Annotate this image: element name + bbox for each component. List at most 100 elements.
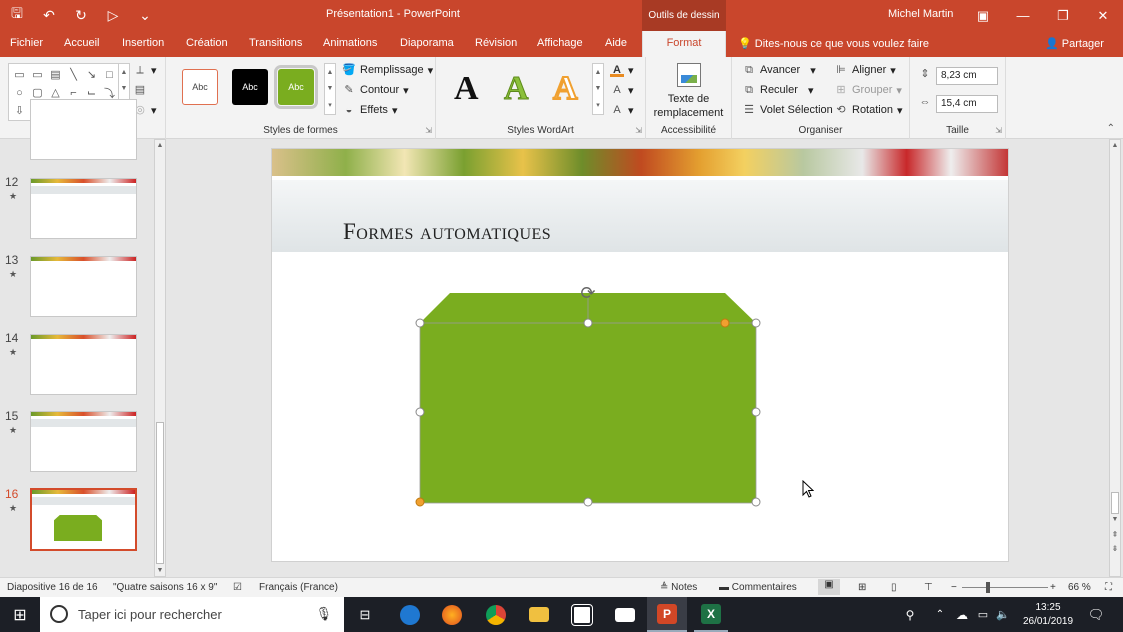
store-icon[interactable]: [567, 597, 597, 632]
wordart-style-green[interactable]: A: [504, 69, 530, 109]
slide-title[interactable]: Formes automatiques: [343, 219, 551, 245]
clock[interactable]: 13:25 26/01/2019: [1018, 597, 1078, 632]
wordart-scroll[interactable]: ▲ ▼ ▾: [592, 63, 604, 115]
tab-format[interactable]: Format: [642, 31, 726, 57]
rounded-rect-shape-icon[interactable]: ▭: [11, 66, 28, 83]
rect-shape-icon[interactable]: □: [101, 66, 118, 83]
resize-handle-right[interactable]: [751, 407, 761, 417]
spelling-check-icon[interactable]: ☑: [233, 582, 242, 593]
rotate-button[interactable]: ⟲ Rotation ▾: [834, 103, 902, 117]
comments-button[interactable]: ▬ Commentaires: [719, 582, 797, 593]
normal-view-icon[interactable]: ▣: [818, 579, 840, 595]
slide-thumbnail-15[interactable]: [30, 411, 137, 472]
slide-thumbnail-12[interactable]: [30, 178, 137, 239]
tab-affichage[interactable]: Affichage: [537, 37, 583, 49]
tab-creation[interactable]: Création: [186, 37, 228, 49]
tab-transitions[interactable]: Transitions: [249, 37, 302, 49]
shape-style-outline[interactable]: Abc: [182, 69, 218, 105]
wordart-style-orange[interactable]: A: [552, 69, 579, 109]
bring-forward-button[interactable]: ⧉ Avancer ▾: [742, 63, 816, 77]
resize-handle-bottom[interactable]: [583, 497, 593, 507]
slide-thumbnail-14[interactable]: [30, 334, 137, 395]
dialog-launcher-icon[interactable]: ⇲: [635, 126, 642, 135]
tab-diaporama[interactable]: Diaporama: [400, 37, 454, 49]
dialog-launcher-icon[interactable]: ⇲: [995, 126, 1002, 135]
adjust-handle-top[interactable]: [720, 318, 730, 328]
scroll-up-icon[interactable]: ▲: [1110, 142, 1120, 149]
shape-fill-button[interactable]: 🪣 Remplissage ▾: [342, 63, 433, 77]
resize-handle-top[interactable]: [583, 318, 593, 328]
text-outline-icon[interactable]: A ▾: [610, 83, 633, 97]
zoom-slider[interactable]: [962, 587, 1048, 588]
textbox-shape-icon[interactable]: ▤: [47, 66, 64, 83]
rotate-handle-icon[interactable]: ⟳: [580, 283, 595, 304]
arrow-shape-icon[interactable]: ↘: [83, 66, 100, 83]
slide-scrollbar[interactable]: ▲ ▼ ⇞ ⇟: [1109, 139, 1121, 577]
tab-revision[interactable]: Révision: [475, 37, 517, 49]
scroll-up-icon[interactable]: ▲: [155, 142, 165, 149]
scrollbar-thumb[interactable]: [156, 422, 164, 564]
tab-aide[interactable]: Aide: [605, 37, 627, 49]
slide-thumbnail-11[interactable]: [30, 99, 137, 160]
restore-button[interactable]: ❐: [1043, 0, 1083, 31]
wordart-style-black[interactable]: A: [454, 69, 479, 109]
edge-browser-icon[interactable]: [395, 597, 425, 632]
tab-insertion[interactable]: Insertion: [122, 37, 164, 49]
firefox-icon[interactable]: [437, 597, 467, 632]
shape-outline-button[interactable]: ✎ Contour ▾: [342, 83, 408, 97]
windows-start-icon[interactable]: ⊞: [0, 597, 40, 632]
file-explorer-icon[interactable]: [524, 597, 554, 632]
shape-style-green[interactable]: Abc: [274, 65, 318, 109]
textbox-icon[interactable]: ▤: [133, 83, 147, 97]
onedrive-icon[interactable]: ☁: [952, 597, 972, 632]
mail-icon[interactable]: [610, 597, 640, 632]
shape-styles-scroll[interactable]: ▲ ▼ ▾: [324, 63, 336, 115]
collapse-ribbon-icon[interactable]: ⌃: [1107, 123, 1115, 134]
redo-icon[interactable]: ↻: [70, 5, 92, 25]
close-button[interactable]: ✕: [1083, 0, 1123, 31]
zoom-slider-thumb[interactable]: [986, 582, 990, 593]
shape-style-black[interactable]: Abc: [232, 69, 268, 105]
resize-handle-top-right[interactable]: [751, 318, 761, 328]
edit-shape-icon[interactable]: ⟂ ▾: [133, 63, 156, 77]
shape-width-input[interactable]: 15,4 cm: [936, 95, 998, 113]
shape-height-input[interactable]: 8,23 cm: [936, 67, 998, 85]
excel-taskbar-icon[interactable]: X: [694, 597, 728, 632]
adjust-handle-bottom-left[interactable]: [415, 497, 425, 507]
show-hidden-icons-icon[interactable]: ⌃: [932, 597, 948, 632]
resize-handle-left[interactable]: [415, 407, 425, 417]
user-name[interactable]: Michel Martin: [888, 8, 953, 20]
network-icon[interactable]: ▭: [974, 597, 992, 632]
share-button[interactable]: 👤 Partager: [1045, 37, 1104, 50]
slide-counter[interactable]: Diapositive 16 de 16: [7, 582, 98, 593]
customize-qat-icon[interactable]: ⌄: [134, 5, 156, 25]
chrome-icon[interactable]: [481, 597, 511, 632]
snip-rect-shape-icon[interactable]: ▭: [29, 66, 46, 83]
scroll-down-icon[interactable]: ▼: [155, 567, 165, 574]
text-effects-icon[interactable]: A ▾: [610, 103, 633, 117]
line-shape-icon[interactable]: ╲: [65, 66, 82, 83]
autoshape-selection[interactable]: ⟳: [410, 283, 770, 513]
zoom-level[interactable]: 66 %: [1068, 582, 1091, 593]
text-fill-icon[interactable]: A ▾: [610, 63, 634, 77]
tab-fichier[interactable]: Fichier: [10, 37, 43, 49]
reading-view-icon[interactable]: ▯: [891, 582, 897, 593]
alt-text-image-icon[interactable]: [677, 63, 701, 87]
notes-button[interactable]: ≜ Notes: [660, 582, 697, 593]
save-icon[interactable]: 🖫: [6, 5, 28, 25]
tell-me-search[interactable]: 💡 Dites-nous ce que vous voulez faire: [738, 37, 929, 50]
language[interactable]: Français (France): [259, 582, 338, 593]
tab-animations[interactable]: Animations: [323, 37, 377, 49]
slideshow-icon[interactable]: ⊤: [924, 582, 933, 593]
slide-thumbnail-16[interactable]: [30, 488, 137, 551]
ribbon-display-options-icon[interactable]: ▣: [963, 0, 1003, 31]
slide-sorter-icon[interactable]: ⊞: [858, 582, 866, 593]
next-slide-icon[interactable]: ⇟: [1110, 544, 1120, 553]
resize-handle-top-left[interactable]: [415, 318, 425, 328]
previous-slide-icon[interactable]: ⇞: [1110, 530, 1120, 539]
group-button[interactable]: ⊞ Grouper ▾: [834, 83, 902, 97]
alt-text-button[interactable]: Texte de remplacement: [646, 93, 731, 119]
block-arrow-shape-icon[interactable]: ⇩: [11, 102, 28, 119]
powerpoint-taskbar-icon[interactable]: P: [647, 597, 687, 632]
people-icon[interactable]: ⚲: [900, 597, 920, 632]
